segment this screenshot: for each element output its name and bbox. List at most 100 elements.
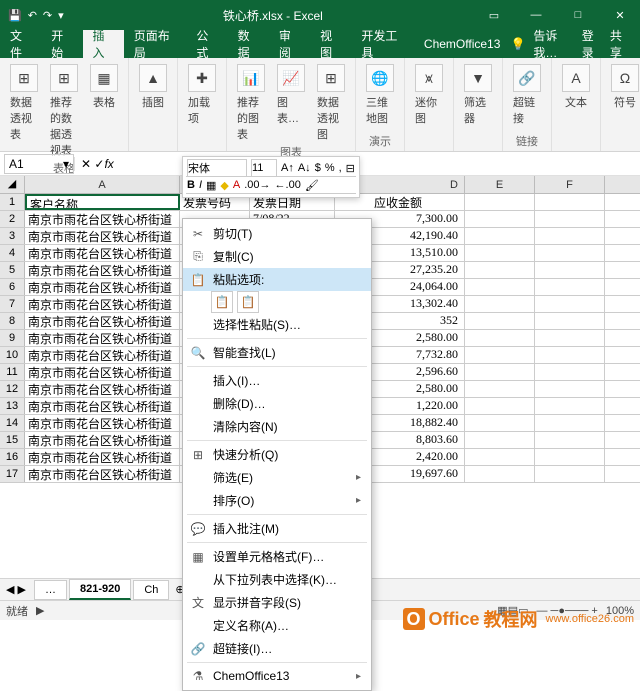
cell[interactable]	[535, 364, 605, 380]
tab-view[interactable]: 视图	[310, 30, 351, 58]
undo-icon[interactable]: ↶	[28, 9, 37, 22]
row-header[interactable]: 5	[0, 262, 25, 278]
cell[interactable]	[465, 194, 535, 210]
cell[interactable]	[535, 415, 605, 431]
cell[interactable]	[535, 432, 605, 448]
cell[interactable]: 南京市雨花台区铁心桥街道	[25, 432, 180, 448]
cell[interactable]	[465, 415, 535, 431]
select-all-corner[interactable]: ◢	[0, 176, 25, 193]
row-header[interactable]: 7	[0, 296, 25, 312]
tab-chemoffice[interactable]: ChemOffice13	[414, 30, 510, 58]
rec-pivot-button[interactable]: ⊞推荐的数据透视表	[46, 62, 82, 160]
row-header[interactable]: 1	[0, 194, 25, 210]
accounting-format-icon[interactable]: $	[315, 162, 321, 174]
comma-icon[interactable]: ,	[339, 162, 342, 174]
ctx-smart-lookup[interactable]: 🔍智能查找(L)	[183, 341, 371, 364]
row-header[interactable]: 12	[0, 381, 25, 397]
rec-charts-button[interactable]: 📊推荐的图表	[233, 62, 269, 144]
cell[interactable]	[535, 262, 605, 278]
cell[interactable]: 南京市雨花台区铁心桥街道	[25, 347, 180, 363]
addins-button[interactable]: ✚加载项	[184, 62, 220, 128]
decrease-decimal-icon[interactable]: .00→	[244, 179, 270, 191]
cell[interactable]: 南京市雨花台区铁心桥街道	[25, 415, 180, 431]
row-header[interactable]: 6	[0, 279, 25, 295]
italic-icon[interactable]: I	[199, 179, 202, 191]
qat-customize-icon[interactable]: ▾	[58, 9, 64, 22]
pivot-table-button[interactable]: ⊞数据透视表	[6, 62, 42, 144]
row-header[interactable]: 15	[0, 432, 25, 448]
share-button[interactable]: 共享	[610, 27, 630, 61]
cell[interactable]: 南京市雨花台区铁心桥街道	[25, 228, 180, 244]
cell[interactable]	[535, 398, 605, 414]
cell[interactable]	[465, 313, 535, 329]
cell[interactable]: 南京市雨花台区铁心桥街道	[25, 279, 180, 295]
cell[interactable]: 南京市雨花台区铁心桥街道	[25, 381, 180, 397]
cell[interactable]	[535, 279, 605, 295]
sheet-tab-ch[interactable]: Ch	[133, 580, 169, 600]
row-header[interactable]: 17	[0, 466, 25, 482]
sheet-nav[interactable]: ◀ ▶	[0, 583, 32, 596]
font-color-icon[interactable]: A	[233, 179, 240, 191]
cell[interactable]	[465, 398, 535, 414]
cell[interactable]: 客户名称	[25, 194, 180, 210]
redo-icon[interactable]: ↷	[43, 9, 52, 22]
cell[interactable]	[465, 228, 535, 244]
ctx-format-cells[interactable]: ▦设置单元格格式(F)…	[183, 545, 371, 568]
ribbon-options-icon[interactable]: ▭	[474, 0, 514, 30]
increase-font-icon[interactable]: A↑	[281, 162, 294, 174]
cell[interactable]	[535, 228, 605, 244]
tab-home[interactable]: 开始	[41, 30, 82, 58]
fill-color-icon[interactable]: ◆	[220, 179, 228, 192]
font-name-combo[interactable]	[187, 159, 247, 177]
percent-icon[interactable]: %	[325, 162, 335, 174]
row-header[interactable]: 3	[0, 228, 25, 244]
ctx-define-name[interactable]: 定义名称(A)…	[183, 614, 371, 637]
filters-button[interactable]: ▼筛选器	[460, 62, 496, 128]
cell[interactable]	[465, 211, 535, 227]
table-button[interactable]: ▦表格	[86, 62, 122, 112]
ctx-delete[interactable]: 删除(D)…	[183, 392, 371, 415]
row-header[interactable]: 11	[0, 364, 25, 380]
cell[interactable]	[465, 364, 535, 380]
illustrations-button[interactable]: ▲插图	[135, 62, 171, 112]
tab-review[interactable]: 审阅	[269, 30, 310, 58]
cell[interactable]	[465, 432, 535, 448]
row-header[interactable]: 4	[0, 245, 25, 261]
ctx-filter[interactable]: 筛选(E)▸	[183, 466, 371, 489]
pivot-chart-button[interactable]: ⊞数据透视图	[313, 62, 349, 144]
cell[interactable]	[535, 296, 605, 312]
ctx-cut[interactable]: ✂剪切(T)	[183, 222, 371, 245]
sheet-tab-821-920[interactable]: 821-920	[69, 579, 131, 600]
paste-all-icon[interactable]: 📋	[211, 291, 233, 313]
cell[interactable]: 南京市雨花台区铁心桥街道	[25, 296, 180, 312]
tab-file[interactable]: 文件	[0, 30, 41, 58]
font-size-combo[interactable]	[251, 159, 277, 177]
sparklines-button[interactable]: ⩙迷你图	[411, 62, 447, 128]
col-header-f[interactable]: F	[535, 176, 605, 194]
cell[interactable]	[535, 194, 605, 210]
ctx-quick-analysis[interactable]: ⊞快速分析(Q)	[183, 443, 371, 466]
col-header-a[interactable]: A	[25, 176, 180, 194]
ctx-insert[interactable]: 插入(I)…	[183, 369, 371, 392]
cell[interactable]	[465, 330, 535, 346]
cell[interactable]	[465, 245, 535, 261]
row-header[interactable]: 13	[0, 398, 25, 414]
merge-icon[interactable]: ⊟	[346, 162, 355, 175]
cell[interactable]	[465, 262, 535, 278]
cell[interactable]	[535, 211, 605, 227]
cell[interactable]	[535, 330, 605, 346]
cell[interactable]	[465, 279, 535, 295]
ctx-phonetic[interactable]: 文显示拼音字段(S)	[183, 591, 371, 614]
ctx-paste-special[interactable]: 选择性粘贴(S)…	[183, 313, 371, 336]
cell[interactable]: 南京市雨花台区铁心桥街道	[25, 313, 180, 329]
cell[interactable]	[465, 466, 535, 482]
cell[interactable]	[535, 466, 605, 482]
paste-values-icon[interactable]: 📋	[237, 291, 259, 313]
hyperlink-button[interactable]: 🔗超链接	[509, 62, 545, 128]
cell[interactable]	[535, 245, 605, 261]
ctx-paste-options[interactable]: 📋粘贴选项:	[183, 268, 371, 291]
ctx-dropdown-list[interactable]: 从下拉列表中选择(K)…	[183, 568, 371, 591]
ctx-clear[interactable]: 清除内容(N)	[183, 415, 371, 438]
cell[interactable]	[465, 449, 535, 465]
close-button[interactable]: ✕	[600, 0, 640, 30]
